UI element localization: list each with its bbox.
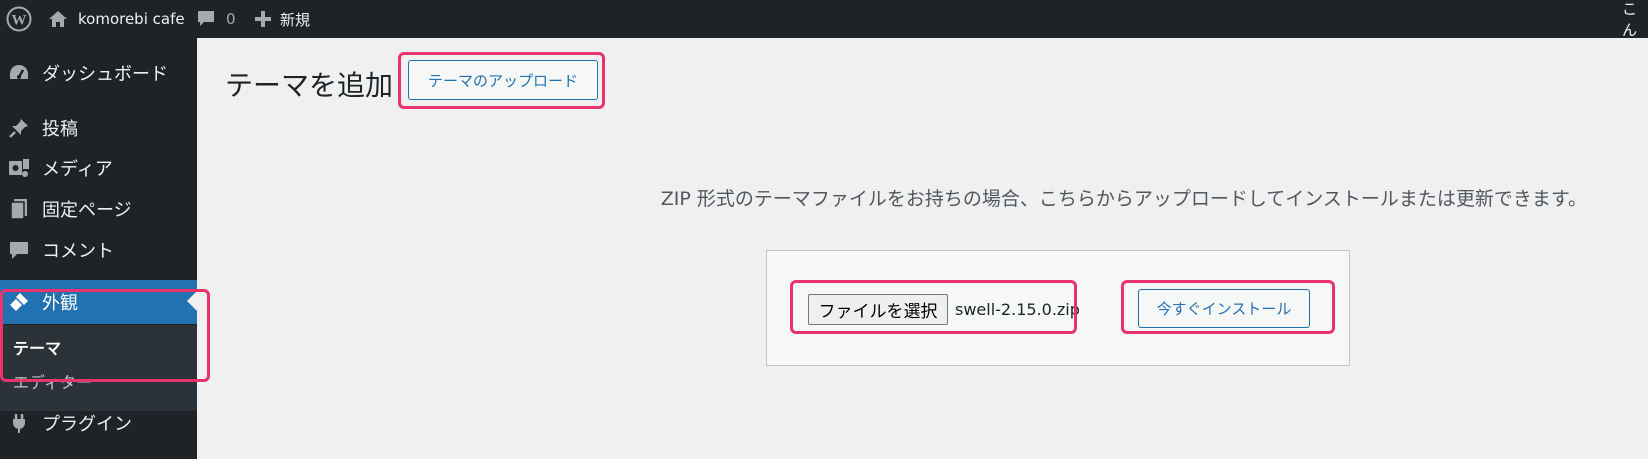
upload-theme-button[interactable]: テーマのアップロード [408,60,598,100]
svg-text:W: W [12,13,27,29]
appearance-submenu: テーマ エディター [0,325,197,411]
menu-label: コメント [42,241,114,262]
plus-icon [255,11,271,27]
site-name: komorebi cafe [78,10,185,28]
menu-item-media[interactable]: メディア [0,147,197,189]
menu-item-dashboard[interactable]: ダッシュボード [0,52,197,94]
menu-label: 投稿 [42,119,78,140]
dashboard-icon [8,62,30,84]
account-greeting[interactable]: こん [1622,0,1648,39]
upload-description: ZIP 形式のテーマファイルをお持ちの場合、こちらからアップロードしてインストー… [660,188,1587,210]
menu-item-comments[interactable]: コメント [0,229,197,271]
submenu-item-themes[interactable]: テーマ [13,335,61,359]
comment-icon [196,10,216,28]
page-icon [8,198,30,220]
site-home-link[interactable]: komorebi cafe [48,0,185,38]
comments-count: 0 [226,10,236,28]
pushpin-icon [8,117,30,139]
admin-bar: W komorebi cafe 0 新規 こん [0,0,1648,39]
new-content-link[interactable]: 新規 [255,0,310,38]
menu-item-pages[interactable]: 固定ページ [0,188,197,230]
comment-icon [8,239,30,261]
menu-label: 外観 [42,293,78,314]
choose-file-button[interactable]: ファイルを選択 [808,294,948,325]
menu-label: 固定ページ [42,200,132,221]
home-icon [48,10,68,28]
menu-item-posts[interactable]: 投稿 [0,107,197,149]
comments-link[interactable]: 0 [196,0,236,38]
upload-form: ファイルを選択 swell-2.15.0.zip 今すぐインストール [766,250,1350,366]
selected-file-name: swell-2.15.0.zip [955,300,1080,319]
current-menu-arrow [187,291,197,311]
menu-label: ダッシュボード [42,64,168,85]
menu-item-appearance[interactable]: 外観 [0,280,197,324]
submenu-item-editor[interactable]: エディター [13,369,92,393]
media-icon [8,157,30,179]
greeting-text: こん [1622,0,1638,39]
plugin-icon [8,412,30,434]
paintbrush-icon [8,291,30,313]
menu-label: プラグイン [42,414,132,435]
main-content: テーマを追加 テーマのアップロード ZIP 形式のテーマファイルをお持ちの場合、… [197,38,1648,459]
install-now-button[interactable]: 今すぐインストール [1138,289,1310,328]
menu-label: メディア [42,159,113,180]
wordpress-logo-icon[interactable]: W [6,0,32,38]
new-label: 新規 [280,10,311,29]
page-title: テーマを追加 [225,69,394,102]
